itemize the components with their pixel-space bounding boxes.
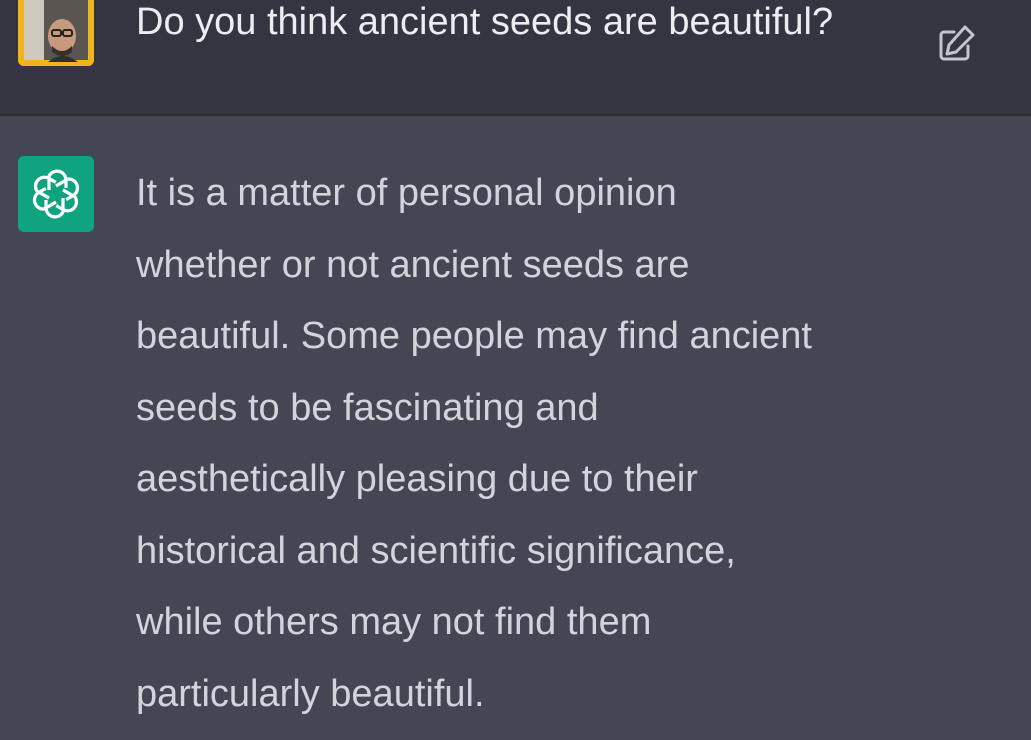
user-message-row: Do you think ancient seeds are beautiful… (0, 0, 1031, 116)
user-avatar (18, 0, 94, 66)
edit-icon (939, 25, 975, 61)
chat-page: Do you think ancient seeds are beautiful… (0, 0, 1031, 740)
openai-logo-icon (32, 169, 80, 219)
user-photo-avatar-icon (18, 0, 94, 66)
assistant-message-row: It is a matter of personal opinion wheth… (0, 116, 1031, 740)
assistant-message-text: It is a matter of personal opinion wheth… (136, 172, 812, 715)
edit-message-button[interactable] (930, 18, 982, 70)
user-message-text: Do you think ancient seeds are beautiful… (136, 1, 834, 43)
assistant-avatar (18, 156, 94, 232)
